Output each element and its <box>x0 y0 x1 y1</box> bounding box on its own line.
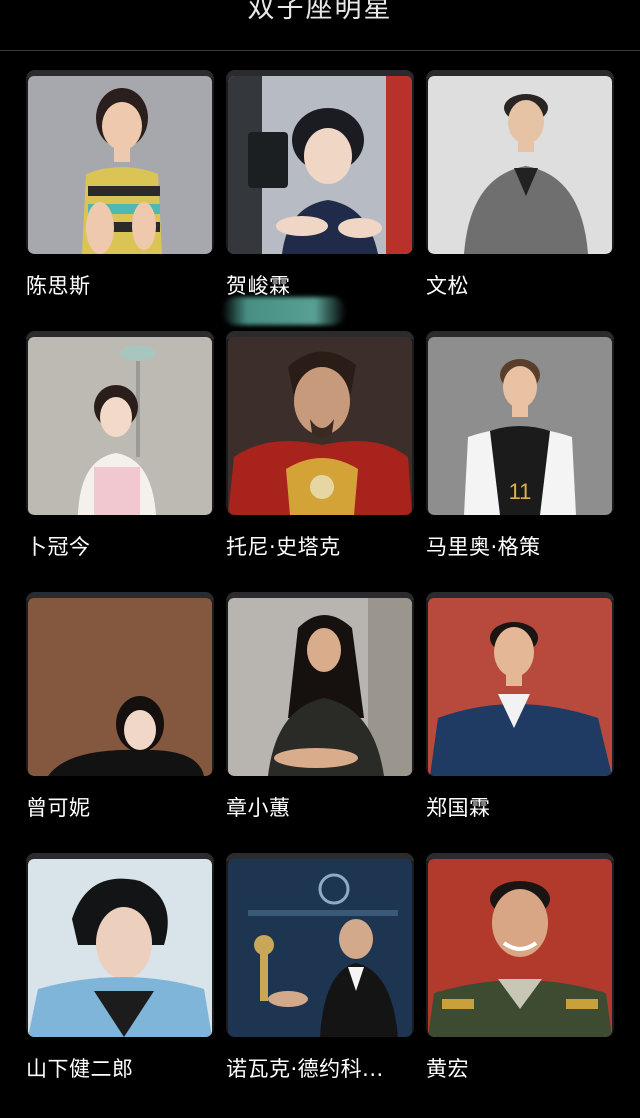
highlight-mark <box>222 297 346 325</box>
celebrity-card-1[interactable] <box>26 70 214 254</box>
celebrity-card-3[interactable] <box>426 70 614 254</box>
celebrity-card-12[interactable] <box>426 853 614 1037</box>
celebrity-card-8[interactable] <box>226 592 414 776</box>
celebrity-photo <box>228 598 412 776</box>
celebrity-name[interactable]: 马里奥·格策 <box>426 531 541 561</box>
celebrity-photo: 11 <box>428 337 612 515</box>
page-header: 双子座明星 <box>0 0 640 51</box>
celebrity-name[interactable]: 山下健二郎 <box>26 1053 134 1083</box>
celebrity-name[interactable]: 黄宏 <box>426 1053 469 1083</box>
celebrity-name[interactable]: 曾可妮 <box>26 792 91 822</box>
celebrity-name[interactable]: 文松 <box>426 270 469 300</box>
celebrity-card-11[interactable] <box>226 853 414 1037</box>
celebrity-name[interactable]: 诺瓦克·德约科... <box>226 1053 384 1083</box>
celebrity-card-6[interactable]: 11 <box>426 331 614 515</box>
celebrity-name[interactable]: 托尼·史塔克 <box>226 531 341 561</box>
celebrity-name[interactable]: 贺峻霖 <box>226 270 291 300</box>
celebrity-card-4[interactable] <box>26 331 214 515</box>
celebrity-card-9[interactable] <box>426 592 614 776</box>
celebrity-photo <box>228 337 412 515</box>
celebrity-name[interactable]: 郑国霖 <box>426 792 491 822</box>
svg-text:11: 11 <box>509 479 532 504</box>
page-title: 双子座明星 <box>247 0 393 24</box>
celebrity-photo <box>428 859 612 1037</box>
celebrity-photo <box>28 76 212 254</box>
celebrity-photo <box>228 76 412 254</box>
celebrity-card-2[interactable] <box>226 70 414 254</box>
celebrity-name[interactable]: 陈思斯 <box>26 270 91 300</box>
celebrity-photo <box>428 598 612 776</box>
celebrity-photo <box>28 859 212 1037</box>
celebrity-card-10[interactable] <box>26 853 214 1037</box>
celebrity-photo <box>28 337 212 515</box>
celebrity-photo <box>28 598 212 776</box>
celebrity-photo <box>428 76 612 254</box>
celebrity-card-7[interactable] <box>26 592 214 776</box>
celebrity-photo <box>228 859 412 1037</box>
celebrity-card-5[interactable] <box>226 331 414 515</box>
celebrity-name[interactable]: 章小蕙 <box>226 792 291 822</box>
celebrity-name[interactable]: 卜冠今 <box>26 531 91 561</box>
